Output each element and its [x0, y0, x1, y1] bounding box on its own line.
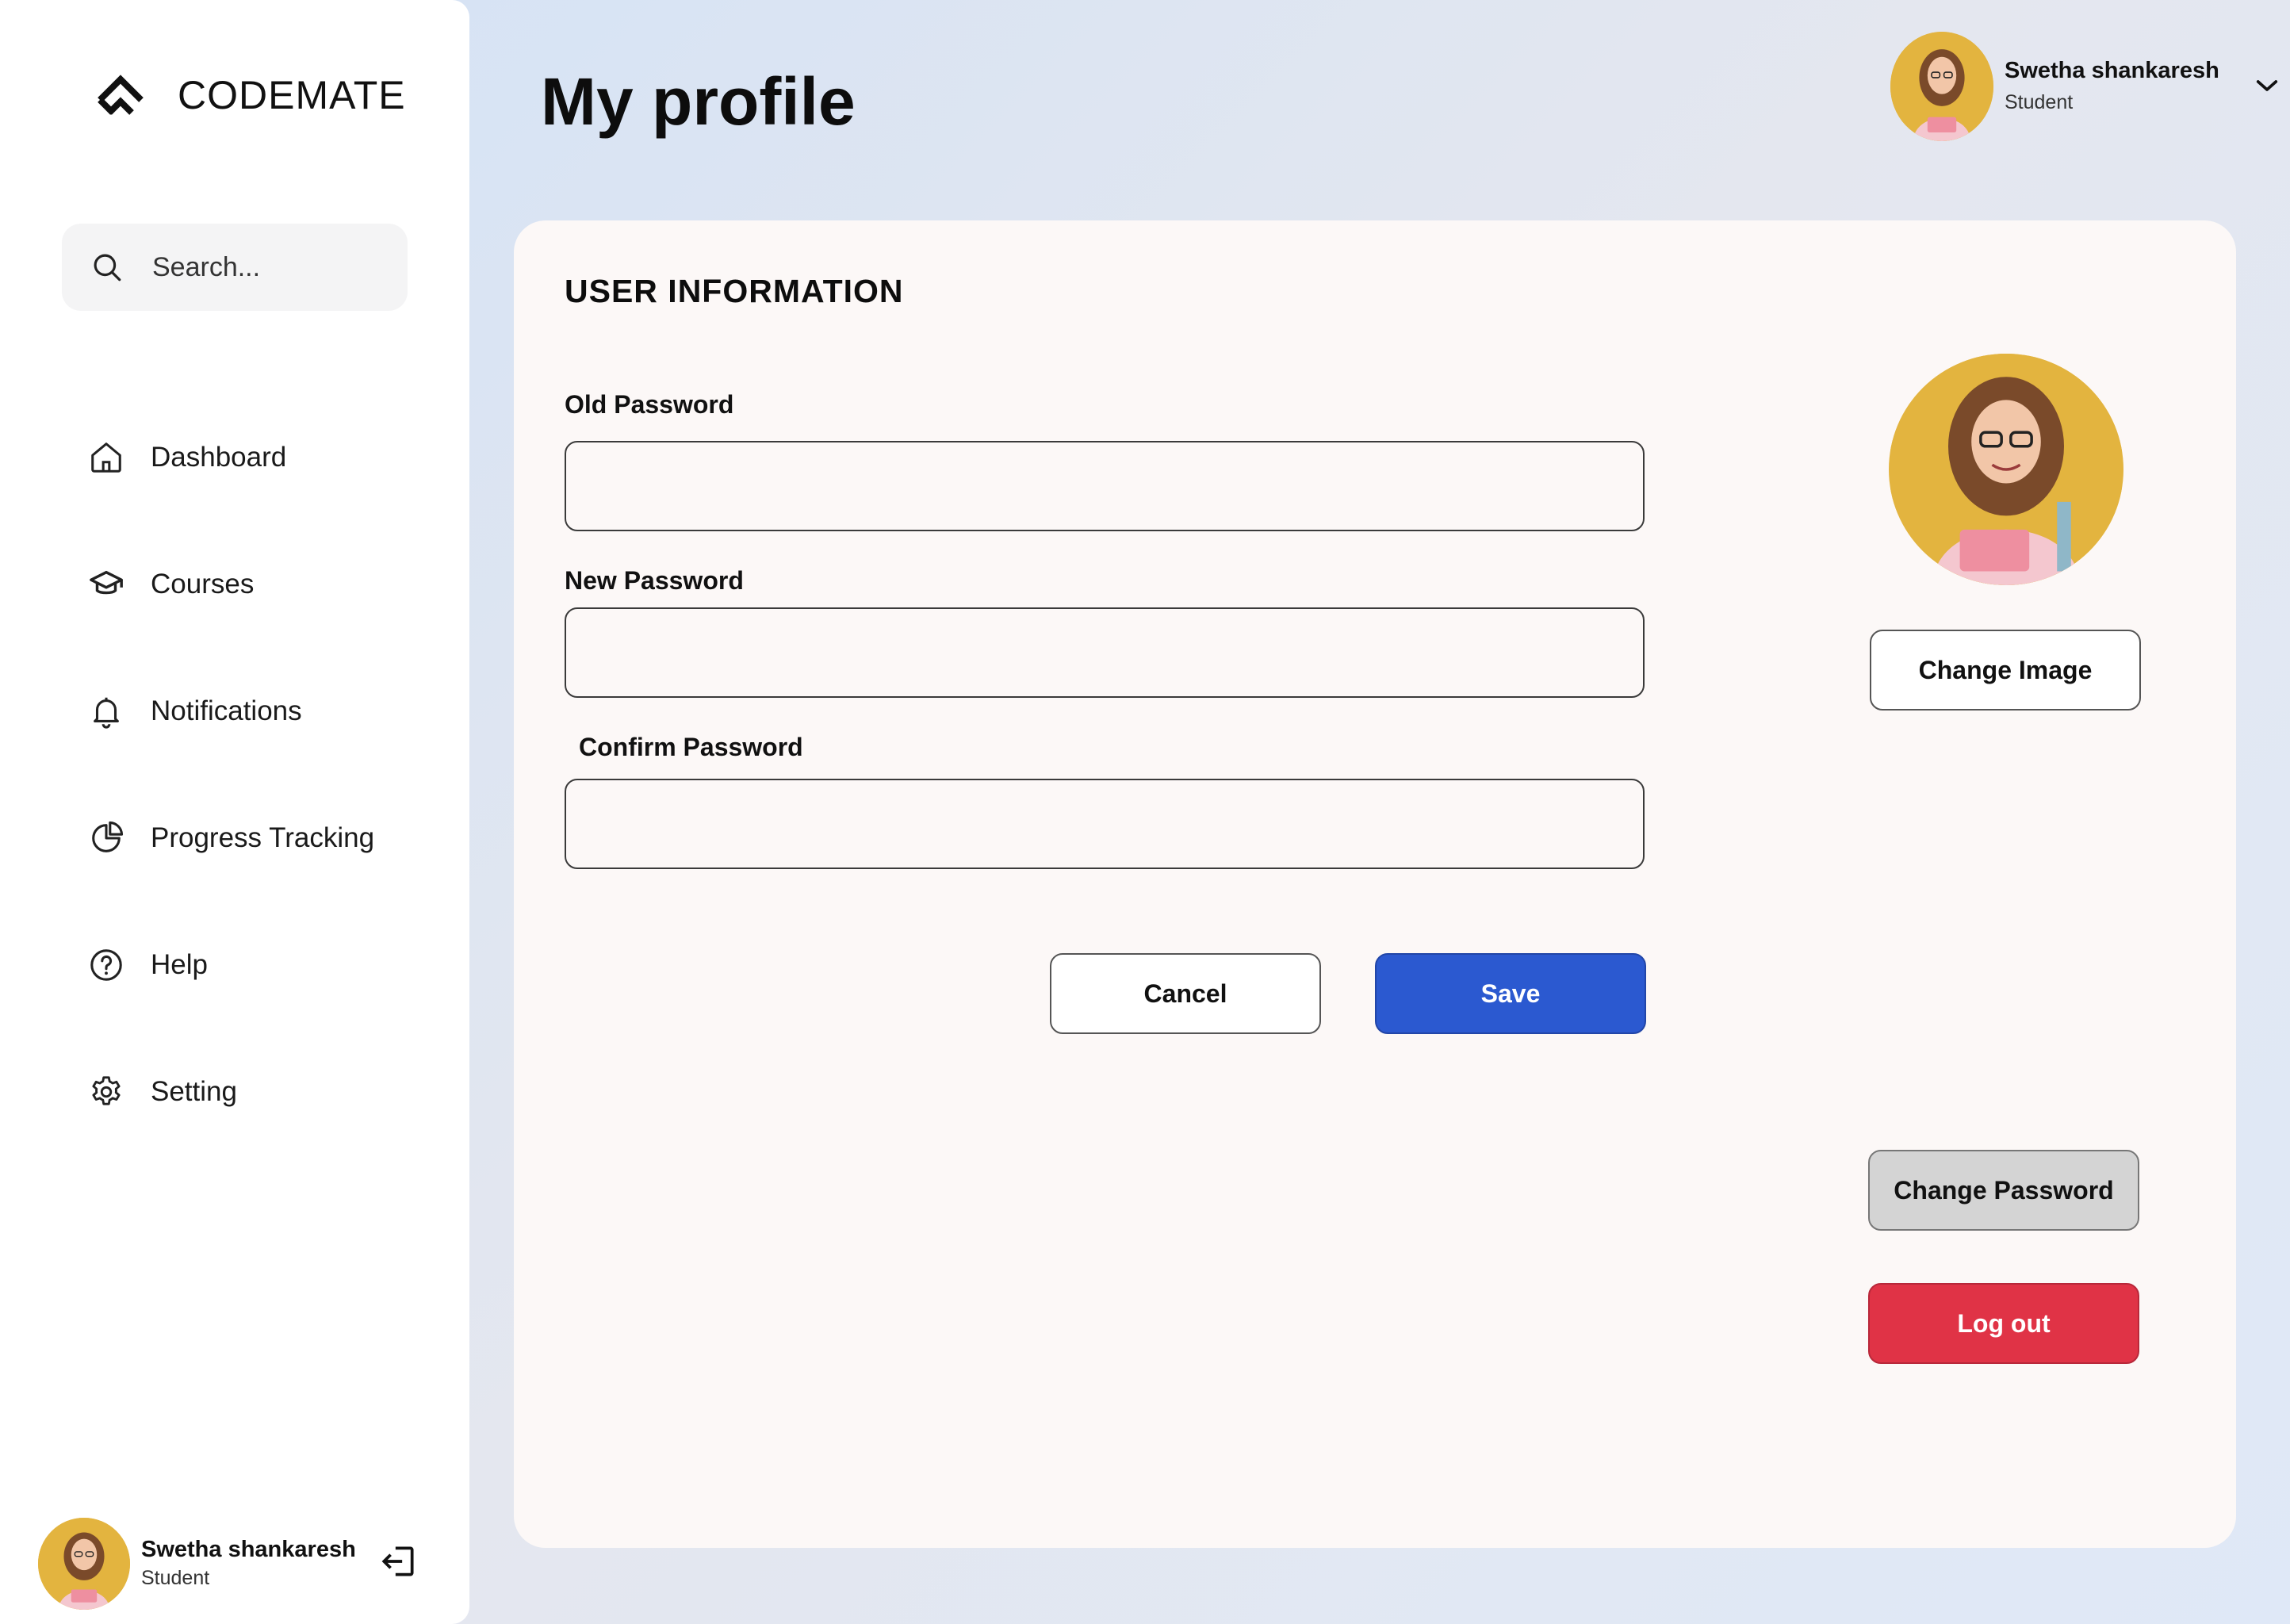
user-name: Swetha shankaresh: [2005, 58, 2219, 84]
confirm-password-input[interactable]: [565, 779, 1645, 869]
old-password-input[interactable]: [565, 441, 1645, 531]
sidebar-nav: Dashboard Courses Notifications Progress…: [87, 394, 374, 1155]
cancel-button[interactable]: Cancel: [1050, 953, 1321, 1034]
logo[interactable]: CODEMATE: [95, 70, 406, 121]
sidebar-user[interactable]: Swetha shankaresh Student: [38, 1518, 356, 1610]
nav-label: Courses: [151, 569, 255, 599]
user-role: Student: [141, 1567, 210, 1590]
page-title: My profile: [541, 64, 856, 139]
user-information-card: USER INFORMATION Old Password New Passwo…: [514, 220, 2236, 1548]
nav-label: Help: [151, 949, 208, 980]
pie-chart-icon: [87, 819, 125, 857]
avatar: [38, 1518, 130, 1610]
search-box[interactable]: [62, 224, 408, 311]
avatar: [1890, 32, 1993, 141]
user-role: Student: [2005, 91, 2074, 114]
nav-item-dashboard[interactable]: Dashboard: [87, 394, 374, 521]
sidebar: CODEMATE Dashboard Courses Notifications: [0, 0, 469, 1624]
home-icon: [87, 439, 125, 477]
nav-item-progress-tracking[interactable]: Progress Tracking: [87, 775, 374, 902]
new-password-label: New Password: [565, 566, 744, 595]
old-password-label: Old Password: [565, 390, 734, 419]
card-title: USER INFORMATION: [565, 273, 904, 309]
app-name: CODEMATE: [178, 73, 406, 117]
search-icon: [94, 254, 121, 282]
confirm-password-label: Confirm Password: [579, 733, 803, 761]
nav-label: Progress Tracking: [151, 822, 375, 853]
nav-label: Dashboard: [151, 442, 287, 473]
search-input[interactable]: [152, 251, 390, 283]
nav-label: Setting: [151, 1076, 237, 1107]
save-button[interactable]: Save: [1375, 953, 1646, 1034]
help-circle-icon: [87, 946, 125, 984]
logout-button[interactable]: Log out: [1868, 1283, 2139, 1364]
bell-icon: [87, 692, 125, 730]
nav-label: Notifications: [151, 695, 302, 726]
nav-item-notifications[interactable]: Notifications: [87, 648, 374, 775]
change-image-button[interactable]: Change Image: [1870, 630, 2141, 710]
gear-icon: [87, 1073, 125, 1111]
profile-image: [1889, 354, 2123, 585]
logout-icon[interactable]: [379, 1542, 419, 1581]
new-password-input[interactable]: [565, 607, 1645, 698]
codemate-logo-icon: [98, 75, 144, 115]
graduation-cap-icon: [87, 565, 125, 603]
nav-item-help[interactable]: Help: [87, 902, 374, 1028]
nav-item-setting[interactable]: Setting: [87, 1028, 374, 1155]
chevron-down-icon[interactable]: [2255, 76, 2279, 95]
change-password-button[interactable]: Change Password: [1868, 1150, 2139, 1231]
nav-item-courses[interactable]: Courses: [87, 521, 374, 648]
header-user[interactable]: Swetha shankaresh Student: [1890, 32, 2219, 141]
user-name: Swetha shankaresh: [141, 1537, 356, 1563]
